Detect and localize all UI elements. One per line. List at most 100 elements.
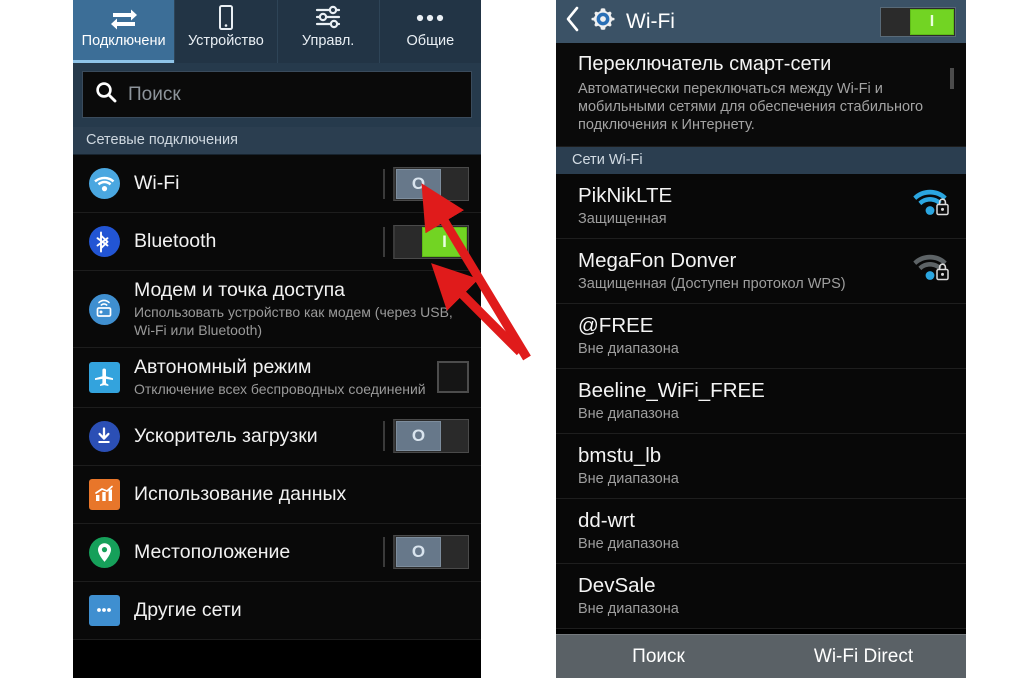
wifi-master-toggle[interactable]: I <box>880 6 956 37</box>
search-placeholder: Поиск <box>128 83 181 105</box>
airplane-mode-checkbox[interactable] <box>437 361 469 394</box>
wifi-toggle-area: O <box>373 166 469 201</box>
download-booster-icon <box>87 420 121 452</box>
bluetooth-toggle[interactable]: I <box>393 224 469 259</box>
list-item-text: Местоположение <box>134 533 373 572</box>
settings-tabbar: Подключени Устройство Управл. Общие <box>73 0 481 63</box>
smart-network-switch-row[interactable]: Переключатель смарт-сети Автоматически п… <box>556 43 966 147</box>
network-item[interactable]: Beeline_WiFi_FREE Вне диапазона <box>556 369 966 434</box>
tab-connections[interactable]: Подключени <box>73 0 176 63</box>
smart-network-checkbox-area <box>942 52 954 89</box>
network-item[interactable]: MegaFon Donver Защищенная (Доступен прот… <box>556 239 966 304</box>
list-item-text: Ускоритель загрузки <box>134 417 373 456</box>
list-item-tethering[interactable]: Модем и точка доступа Использовать устро… <box>73 271 481 348</box>
divider <box>383 226 385 257</box>
toggle-knob: O <box>396 537 441 567</box>
settings-panel: Подключени Устройство Управл. Общие Поис… <box>73 0 481 678</box>
location-toggle-area: O <box>373 535 469 569</box>
network-text: @FREE Вне диапазона <box>578 313 952 358</box>
list-item-wifi[interactable]: Wi-Fi O <box>73 155 481 213</box>
network-status: Защищенная <box>578 211 667 227</box>
list-item-title: Модем и точка доступа <box>134 279 346 301</box>
tab-controls[interactable]: Управл. <box>278 0 380 63</box>
back-chevron-icon[interactable] <box>565 6 580 37</box>
wifi-signal-weak-secured-icon <box>902 253 952 288</box>
tab-general-label: Общие <box>406 33 455 49</box>
wifi-icon <box>87 168 121 199</box>
network-text: DevSale Вне диапазона <box>578 573 952 618</box>
airplane-checkbox-area <box>427 361 469 394</box>
search-input[interactable]: Поиск <box>82 71 472 118</box>
controls-icon <box>314 5 342 31</box>
location-toggle[interactable]: O <box>393 535 469 569</box>
list-item-other-networks[interactable]: Другие сети <box>73 581 481 640</box>
scan-button[interactable]: Поиск <box>556 646 761 668</box>
search-area: Поиск <box>73 63 481 127</box>
smart-network-title: Переключатель смарт-сети <box>578 53 832 75</box>
list-item-title: Wi-Fi <box>134 172 180 194</box>
list-item-title: Ускоритель загрузки <box>134 424 318 447</box>
network-status: Вне диапазона <box>578 536 679 552</box>
network-status: Вне диапазона <box>578 406 679 422</box>
tab-connections-label: Подключени <box>81 33 166 49</box>
wifi-bottom-bar: Поиск Wi-Fi Direct <box>556 634 966 678</box>
list-item-text: Автономный режим Отключение всех беспров… <box>134 348 427 407</box>
bluetooth-toggle-area: I <box>373 224 469 259</box>
search-icon <box>95 81 117 108</box>
list-item-location[interactable]: Местоположение O <box>73 523 481 582</box>
network-ssid: PikNikLTE <box>578 184 673 207</box>
list-item-bluetooth[interactable]: Bluetooth I <box>73 213 481 271</box>
other-networks-icon <box>87 594 121 626</box>
network-ssid: Beeline_WiFi_FREE <box>578 379 765 402</box>
network-item[interactable]: dd-wrt Вне диапазона <box>556 499 966 564</box>
network-status: Защищенная (Доступен протокол WPS) <box>578 276 846 292</box>
list-item-title: Автономный режим <box>134 356 312 378</box>
divider <box>383 537 385 567</box>
toggle-knob: O <box>396 168 441 199</box>
list-item-text: Использование данных <box>134 475 469 514</box>
toggle-knob: I <box>910 8 954 35</box>
network-ssid: DevSale <box>578 574 656 597</box>
wifi-header-title: Wi-Fi <box>626 9 675 33</box>
tab-device[interactable]: Устройство <box>175 0 278 63</box>
list-item-data-usage[interactable]: Использование данных <box>73 465 481 524</box>
data-usage-icon <box>87 478 121 510</box>
list-item-subtitle: Использовать устройство как модем (через… <box>134 304 453 338</box>
download-booster-toggle[interactable]: O <box>393 419 469 453</box>
tab-device-label: Устройство <box>187 33 264 49</box>
list-item-download-booster[interactable]: Ускоритель загрузки O <box>73 407 481 466</box>
network-text: PikNikLTE Защищенная <box>578 183 902 228</box>
divider <box>383 168 385 199</box>
network-ssid: MegaFon Donver <box>578 249 737 272</box>
network-status: Вне диапазона <box>578 341 679 357</box>
general-dots-icon <box>413 5 447 31</box>
network-ssid: dd-wrt <box>578 509 635 532</box>
smart-network-checkbox[interactable] <box>950 68 954 89</box>
wifi-toggle[interactable]: O <box>393 166 469 201</box>
screenshot-root: Подключени Устройство Управл. Общие Поис… <box>0 0 1036 678</box>
network-item[interactable]: PikNikLTE Защищенная <box>556 174 966 239</box>
wifi-settings-panel: Wi-Fi I Переключатель смарт-сети Автомат… <box>556 0 966 678</box>
divider <box>383 421 385 451</box>
network-item[interactable]: @FREE Вне диапазона <box>556 304 966 369</box>
wifi-header: Wi-Fi I <box>556 0 966 43</box>
network-status: Вне диапазона <box>578 471 679 487</box>
smart-network-text: Переключатель смарт-сети Автоматически п… <box>578 52 942 134</box>
list-item-title: Местоположение <box>134 540 291 563</box>
tab-general[interactable]: Общие <box>380 0 481 63</box>
network-item[interactable]: bmstu_lb Вне диапазона <box>556 434 966 499</box>
list-item-text: Wi-Fi <box>134 164 373 203</box>
list-item-text: Модем и точка доступа Использовать устро… <box>134 271 469 347</box>
network-text: dd-wrt Вне диапазона <box>578 508 952 553</box>
list-item-text: Bluetooth <box>134 222 373 261</box>
network-status: Вне диапазона <box>578 601 679 617</box>
gear-icon <box>589 5 617 38</box>
tethering-hotspot-icon <box>87 293 121 325</box>
download-booster-toggle-area: O <box>373 419 469 453</box>
location-icon <box>87 536 121 568</box>
list-item-text: Другие сети <box>134 591 469 630</box>
network-ssid: bmstu_lb <box>578 444 662 467</box>
wifi-direct-button[interactable]: Wi-Fi Direct <box>761 646 966 668</box>
list-item-airplane-mode[interactable]: Автономный режим Отключение всех беспров… <box>73 348 481 408</box>
network-item[interactable]: DevSale Вне диапазона <box>556 564 966 629</box>
